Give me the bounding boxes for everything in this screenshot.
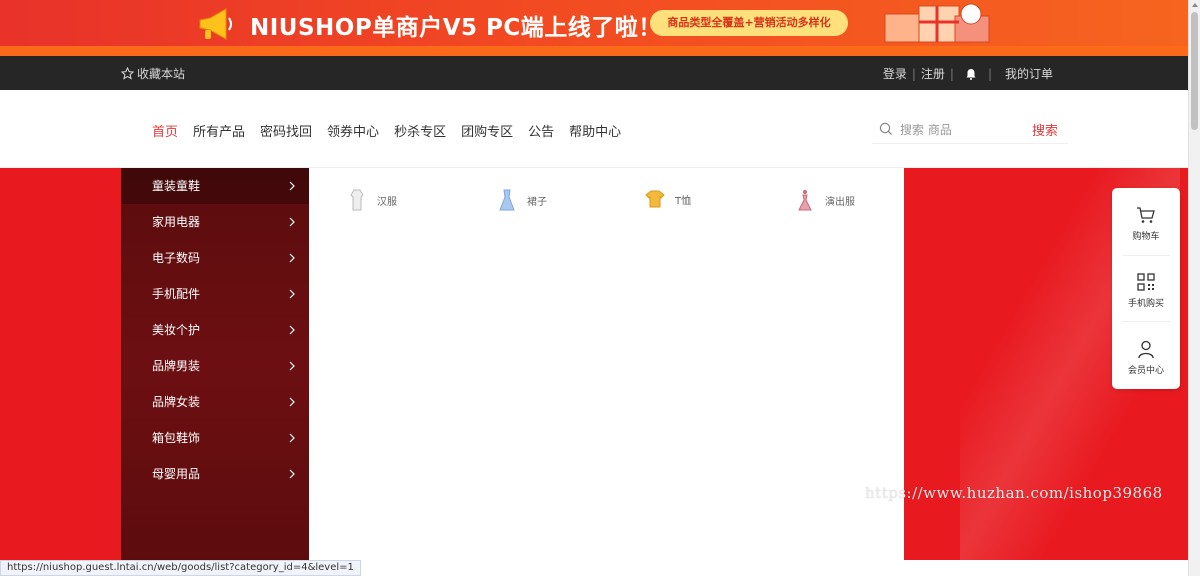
cart-button[interactable]: 购物车 xyxy=(1112,188,1180,254)
nav-item-notice[interactable]: 公告 xyxy=(528,121,554,140)
dress-icon xyxy=(499,189,515,211)
top-toolbar: 收藏本站 登录 | 注册 | | 我的订单 xyxy=(0,56,1188,90)
category-label: 电子数码 xyxy=(152,251,201,265)
category-label: 箱包鞋饰 xyxy=(152,431,201,445)
page: NIUSHOP单商户V5 PC端上线了啦！ 商品类型全覆盖+营销活动多样化 收藏… xyxy=(0,0,1200,576)
nav-item-coupon-center[interactable]: 领券中心 xyxy=(327,121,379,140)
register-link[interactable]: 注册 xyxy=(921,65,945,82)
subcategory-label: 汉服 xyxy=(377,196,397,208)
favorite-site-label: 收藏本站 xyxy=(137,67,186,81)
member-center-label: 会员中心 xyxy=(1127,366,1164,376)
qr-code-icon xyxy=(1137,273,1155,291)
floating-toolbar: 购物车 手机购买 会员中心 xyxy=(1112,188,1180,389)
chevron-right-icon xyxy=(289,469,295,479)
megaphone-icon xyxy=(199,8,232,40)
nav-item-home[interactable]: 首页 xyxy=(152,121,178,140)
search-button[interactable]: 搜索 xyxy=(1032,120,1058,139)
top-toolbar-right: 登录 | 注册 | | 我的订单 xyxy=(883,65,1053,82)
costume-icon xyxy=(798,190,812,211)
scroll-up-arrow-icon[interactable] xyxy=(1192,3,1198,7)
category-label: 品牌女装 xyxy=(152,395,201,409)
category-item-electronics[interactable]: 电子数码 xyxy=(121,240,309,276)
category-item-home-appliances[interactable]: 家用电器 xyxy=(121,204,309,240)
category-item-womenswear[interactable]: 品牌女装 xyxy=(121,384,309,420)
category-label: 美妆个护 xyxy=(152,323,201,337)
category-item-menswear[interactable]: 品牌男装 xyxy=(121,348,309,384)
category-label: 家用电器 xyxy=(152,215,201,229)
favorite-site-link[interactable]: 收藏本站 xyxy=(121,65,185,82)
tshirt-icon xyxy=(645,190,665,208)
category-item-beauty[interactable]: 美妆个护 xyxy=(121,312,309,348)
member-center-button[interactable]: 会员中心 xyxy=(1112,322,1180,388)
search-box: 搜索 xyxy=(872,116,1068,144)
watermark-text: https://www.huzhan.com/ishop39868 xyxy=(865,484,1163,502)
mobile-buy-button[interactable]: 手机购买 xyxy=(1112,255,1180,321)
category-item-bags-shoes[interactable]: 箱包鞋饰 xyxy=(121,420,309,456)
subcategory-item-hanfu[interactable]: 汉服 xyxy=(347,189,397,211)
vertical-scrollbar[interactable] xyxy=(1188,0,1200,576)
search-icon xyxy=(879,122,893,136)
nav-item-flash-sale[interactable]: 秒杀专区 xyxy=(394,121,446,140)
bell-icon[interactable] xyxy=(965,68,977,80)
subcategory-panel: 汉服 裙子 T恤 演出服 xyxy=(309,168,904,560)
chevron-right-icon xyxy=(289,361,295,371)
chevron-right-icon xyxy=(289,433,295,443)
nav-item-all-products[interactable]: 所有产品 xyxy=(193,121,245,140)
nav-item-password-recovery[interactable]: 密码找回 xyxy=(260,121,312,140)
chevron-right-icon xyxy=(289,217,295,227)
star-icon xyxy=(121,67,134,80)
scrollbar-thumb[interactable] xyxy=(1191,12,1198,130)
chevron-right-icon xyxy=(289,397,295,407)
banner-bottom-strip xyxy=(0,46,1188,56)
promo-banner[interactable]: NIUSHOP单商户V5 PC端上线了啦！ 商品类型全覆盖+营销活动多样化 xyxy=(0,0,1188,56)
chevron-right-icon xyxy=(289,253,295,263)
site-header: 首页 所有产品 密码找回 领券中心 秒杀专区 团购专区 公告 帮助中心 搜索 xyxy=(0,90,1188,168)
category-item-maternity-baby[interactable]: 母婴用品 xyxy=(121,456,309,492)
chevron-right-icon xyxy=(289,181,295,191)
banner-pill: 商品类型全覆盖+营销活动多样化 xyxy=(650,10,848,36)
subcategory-item-dress[interactable]: 裙子 xyxy=(497,189,547,211)
main-nav: 首页 所有产品 密码找回 领券中心 秒杀专区 团购专区 公告 帮助中心 xyxy=(152,121,621,140)
hanfu-icon xyxy=(350,189,364,211)
login-link[interactable]: 登录 xyxy=(883,65,907,82)
cart-label: 购物车 xyxy=(1132,232,1160,242)
toolbar-divider: | xyxy=(949,66,954,81)
gift-box-illustration-icon xyxy=(884,3,990,43)
cart-icon xyxy=(1137,207,1155,223)
my-orders-link[interactable]: 我的订单 xyxy=(1005,65,1053,82)
mobile-buy-label: 手机购买 xyxy=(1127,299,1164,309)
category-label: 手机配件 xyxy=(152,287,201,301)
banner-headline: NIUSHOP单商户V5 PC端上线了啦！ xyxy=(250,15,662,41)
search-input[interactable] xyxy=(900,120,1020,140)
category-label: 品牌男装 xyxy=(152,359,201,373)
login-register-divider: | xyxy=(911,66,916,81)
category-item-phone-accessories[interactable]: 手机配件 xyxy=(121,276,309,312)
subcategory-label: 演出服 xyxy=(825,196,855,208)
category-sidebar: 童装童鞋 家用电器 电子数码 手机配件 美妆个护 品牌男装 品牌女装 箱包鞋饰 xyxy=(121,168,309,560)
chevron-right-icon xyxy=(289,289,295,299)
status-bar-url: https://niushop.guest.lntai.cn/web/goods… xyxy=(0,560,361,576)
category-label: 母婴用品 xyxy=(152,467,201,481)
category-item-kids-clothing[interactable]: 童装童鞋 xyxy=(121,168,309,204)
subcategory-item-costume[interactable]: 演出服 xyxy=(795,189,855,211)
subcategory-label: 裙子 xyxy=(527,196,547,208)
chevron-right-icon xyxy=(289,325,295,335)
nav-item-group-buy[interactable]: 团购专区 xyxy=(461,121,513,140)
category-label: 童装童鞋 xyxy=(152,179,201,193)
toolbar-divider-2: | xyxy=(987,66,992,81)
nav-item-help-center[interactable]: 帮助中心 xyxy=(569,121,621,140)
subcategory-item-tshirt[interactable]: T恤 xyxy=(645,189,691,209)
subcategory-label: T恤 xyxy=(675,195,692,207)
user-icon xyxy=(1138,340,1154,359)
